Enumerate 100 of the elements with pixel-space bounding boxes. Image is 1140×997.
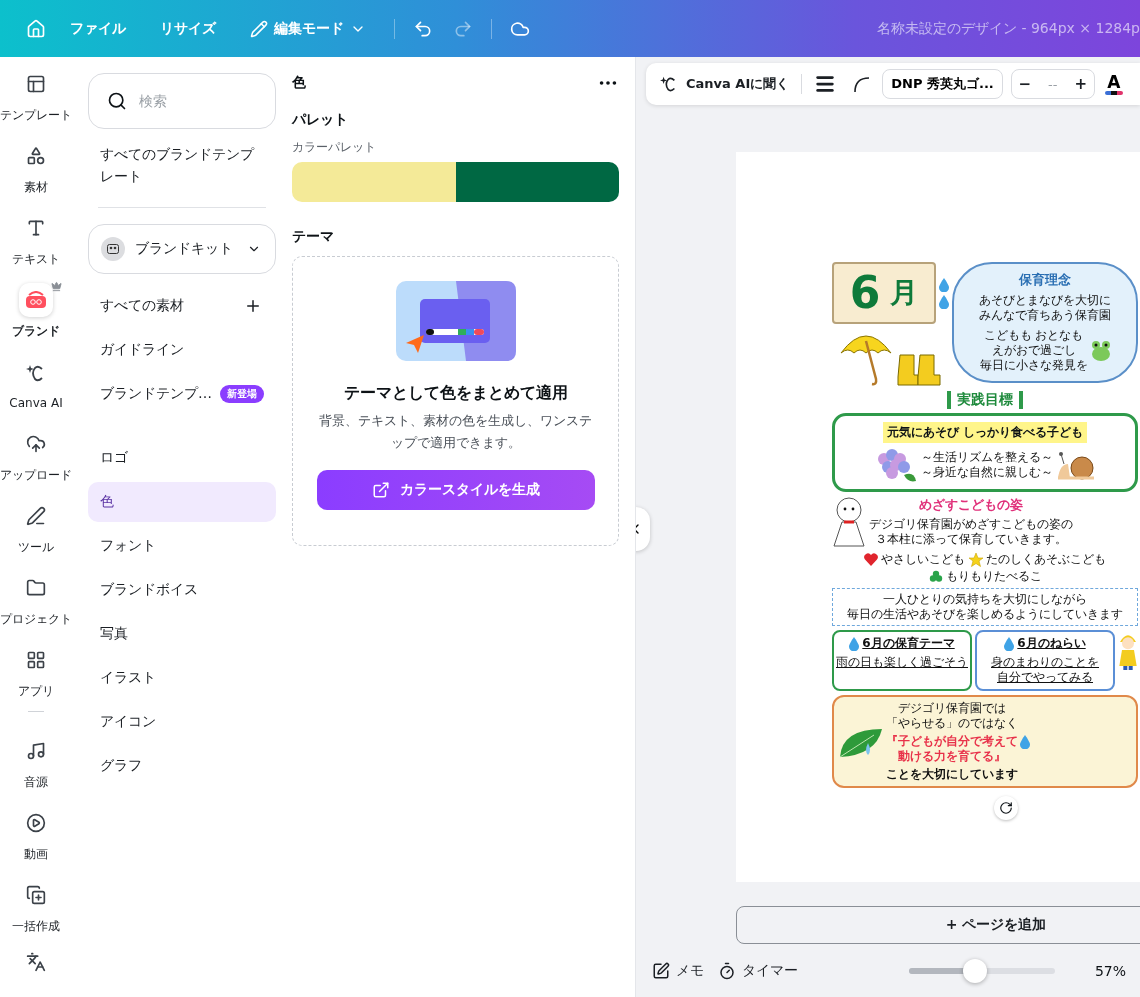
document-title: 名称未設定のデザイン - 964px × 1284p — [877, 19, 1140, 38]
text-color-button[interactable]: A — [1102, 73, 1125, 95]
goal-headline: 元気にあそび しっかり食べる子ども — [882, 422, 1088, 443]
lines-icon — [814, 73, 837, 95]
home-icon — [26, 18, 46, 39]
closing-emphasis: 『子どもが自分で考えて — [886, 734, 1018, 749]
doll-drawing — [832, 496, 866, 548]
rail-icon — [26, 577, 46, 598]
boots-drawing — [896, 353, 942, 387]
closing-lead: 「やらせる」のではなく — [886, 716, 1018, 731]
vision-note: 毎日の生活やあそびを楽しめるようにしていきます — [847, 607, 1123, 622]
rail-button[interactable]: テキスト — [0, 203, 72, 275]
increase-button[interactable]: + — [1067, 74, 1094, 94]
brand-menu-item[interactable]: すべての素材 — [88, 286, 276, 326]
pillar-label: たのしくあそぶこども — [986, 552, 1106, 567]
search-field[interactable]: 検索 — [88, 73, 276, 129]
all-brand-templates-link[interactable]: すべてのブランドテンプレート — [88, 129, 276, 187]
pillar-label: もりもりたべるこ — [945, 569, 1042, 584]
zoom-thumb[interactable] — [962, 958, 987, 983]
generate-color-style-button[interactable]: カラースタイルを生成 — [316, 470, 595, 510]
rotate-icon[interactable] — [994, 796, 1018, 820]
goal-title: 実践目標 — [947, 391, 1023, 409]
month-unit: 月 — [890, 279, 919, 307]
sparkle-curve-icon — [660, 75, 678, 93]
palette-label: カラーパレット — [292, 139, 377, 156]
palette-heading: パレット — [292, 111, 349, 129]
translate-icon — [26, 952, 46, 972]
font-select[interactable]: DNP 秀英丸ゴ... — [882, 69, 1003, 99]
brand-kit-dropdown[interactable]: ブランドキット — [88, 224, 276, 274]
philosophy-text: あそびとまなびを大切に — [979, 293, 1111, 308]
brand-menu-item[interactable]: イラスト — [88, 658, 276, 698]
rail-icon — [26, 505, 46, 526]
rail-button[interactable]: ブランド — [0, 275, 72, 347]
snail-drawing — [1056, 450, 1096, 480]
philosophy-title: 保育理念 — [1019, 272, 1071, 289]
rail-icon — [26, 145, 46, 166]
philosophy-text: みんなで育ちあう保育園 — [979, 308, 1111, 324]
clover-icon — [928, 569, 943, 584]
undo-icon — [413, 18, 433, 39]
theme-text: 自分でやってみる — [997, 670, 1093, 685]
external-link-icon — [371, 481, 390, 499]
rail-icon — [26, 649, 46, 670]
color-swatch[interactable] — [292, 162, 456, 202]
theme-card-description: 背景、テキスト、素材の色を生成し、ワンステップで適用できます。 — [318, 412, 593, 452]
frog-drawing — [1090, 339, 1111, 362]
brand-menu-item[interactable]: ロゴ — [88, 438, 276, 478]
rail-button[interactable]: 素材 — [0, 131, 72, 203]
brand-menu-item[interactable]: ガイドライン — [88, 330, 276, 370]
color-swatch[interactable] — [455, 162, 619, 202]
rotate-arrow-icon — [999, 801, 1013, 815]
month-number: 6 — [849, 271, 881, 315]
vision-intro: ３本柱に添って保育していきます。 — [875, 531, 1067, 547]
rail-button[interactable]: 動画 — [0, 798, 72, 870]
redo-icon — [453, 18, 473, 39]
theme-heading: テーマ — [292, 228, 335, 246]
closing-emphasis: 動ける力を育てる』 — [898, 749, 1006, 764]
rail-icon — [26, 740, 46, 761]
closing-end: ことを大切にしています — [886, 767, 1018, 782]
note-pen-icon — [652, 961, 670, 980]
rail-button[interactable]: アプリ — [0, 635, 72, 707]
raindrop-icon — [1020, 734, 1030, 749]
motto-text: こどもも おとなも — [983, 328, 1084, 344]
rail-button[interactable]: テンプレート — [0, 59, 72, 131]
brand-menu-item[interactable]: フォント — [88, 526, 276, 566]
brand-menu-item[interactable]: ブランドテンプ… 新登場 — [88, 374, 276, 414]
search-icon — [107, 91, 127, 111]
motto-text: えがおで過ごし — [991, 343, 1076, 359]
rail-button[interactable]: Canva AI — [0, 347, 72, 419]
search-input[interactable]: 検索 — [137, 92, 257, 110]
brand-menu-item[interactable]: ブランドボイス — [88, 570, 276, 610]
timer-button[interactable]: タイマー — [718, 961, 798, 980]
goal-subtext: ～生活リズムを整える～ — [921, 450, 1053, 465]
brand-menu-item[interactable]: 色 — [88, 482, 276, 522]
sparkle-curve-icon — [26, 363, 46, 383]
brand-menu-item[interactable]: 写真 — [88, 614, 276, 654]
vision-note: 一人ひとりの気持ちを大切にしながら — [883, 592, 1087, 607]
timer-icon — [718, 961, 736, 980]
theme-text: 身のまわりのことを — [991, 655, 1099, 670]
brand-icon — [25, 290, 47, 309]
rail-button[interactable]: プロジェクト — [0, 563, 72, 635]
theme-title: 6月のねらい — [1017, 636, 1086, 651]
closing-lead: デジゴリ保育園では — [898, 701, 1006, 716]
brand-menu-item[interactable]: アイコン — [88, 702, 276, 742]
motto-text: 毎日に小さな発見を — [979, 358, 1088, 374]
heart-icon — [864, 553, 878, 566]
decrease-button[interactable]: − — [1011, 74, 1038, 94]
kit-icon — [107, 244, 119, 254]
rail-button[interactable]: 一括作成 — [0, 870, 72, 942]
rail-button[interactable]: 音源 — [0, 726, 72, 798]
rail-icon — [26, 884, 46, 905]
ask-ai-button[interactable]: Canva AIに聞く — [656, 71, 794, 97]
brand-menu-item[interactable]: グラフ — [88, 746, 276, 786]
goal-subtext: ～身近な自然に親しむ～ — [921, 465, 1053, 480]
raindrop-icon — [849, 636, 860, 651]
notes-button[interactable]: メモ — [652, 961, 704, 980]
add-page-button[interactable]: + ページを追加 — [736, 906, 1140, 944]
rail-button[interactable]: アップロード — [0, 419, 72, 491]
rail-button[interactable]: ツール — [0, 491, 72, 563]
panel-title: 色 — [292, 74, 306, 92]
rail-icon — [26, 812, 46, 833]
